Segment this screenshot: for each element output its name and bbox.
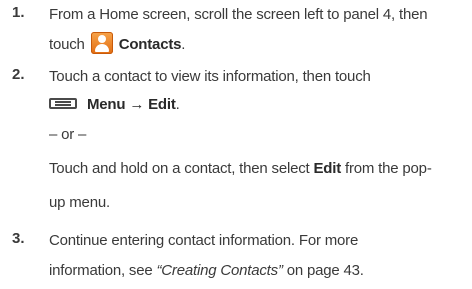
- cross-reference-link[interactable]: “Creating Contacts”: [157, 262, 283, 279]
- contacts-icon: [90, 32, 113, 55]
- or-separator: – or –: [49, 126, 87, 143]
- step-line: From a Home screen, scroll the screen le…: [49, 6, 428, 23]
- step-number: 3.: [12, 230, 25, 247]
- step-text-suffix: .: [181, 36, 186, 53]
- step-line: up menu.: [49, 194, 110, 211]
- contacts-label: Contacts: [118, 36, 182, 53]
- step-text: From a Home screen, scroll the screen le…: [49, 0, 466, 58]
- step-line: touch Contacts.: [49, 28, 466, 58]
- step-text: Continue entering contact information. F…: [49, 226, 466, 284]
- step-line: Continue entering contact information. F…: [49, 232, 359, 249]
- step-text-suffix: .: [175, 96, 180, 113]
- step-text-prefix: Touch and hold on a contact, then select: [49, 160, 314, 177]
- menu-icon: [49, 98, 77, 110]
- step-number: 2.: [12, 66, 25, 83]
- menu-edit-label: Menu → Edit: [87, 96, 176, 113]
- step-text-suffix: from the pop-: [341, 160, 432, 177]
- step-text: Touch a contact to view its information,…: [49, 62, 466, 216]
- step-line: information, see “Creating Contacts” on …: [49, 254, 466, 284]
- step-number: 1.: [12, 4, 25, 21]
- edit-label: Edit: [313, 160, 342, 177]
- step-line: Touch and hold on a contact, then select…: [49, 148, 466, 182]
- step-text-prefix: touch: [49, 36, 85, 53]
- step-line: Menu → Edit.: [49, 90, 466, 118]
- step-text-prefix: information, see: [49, 262, 157, 279]
- step-line: Touch a contact to view its information,…: [49, 68, 371, 85]
- step-text-suffix: on page 43.: [282, 262, 364, 279]
